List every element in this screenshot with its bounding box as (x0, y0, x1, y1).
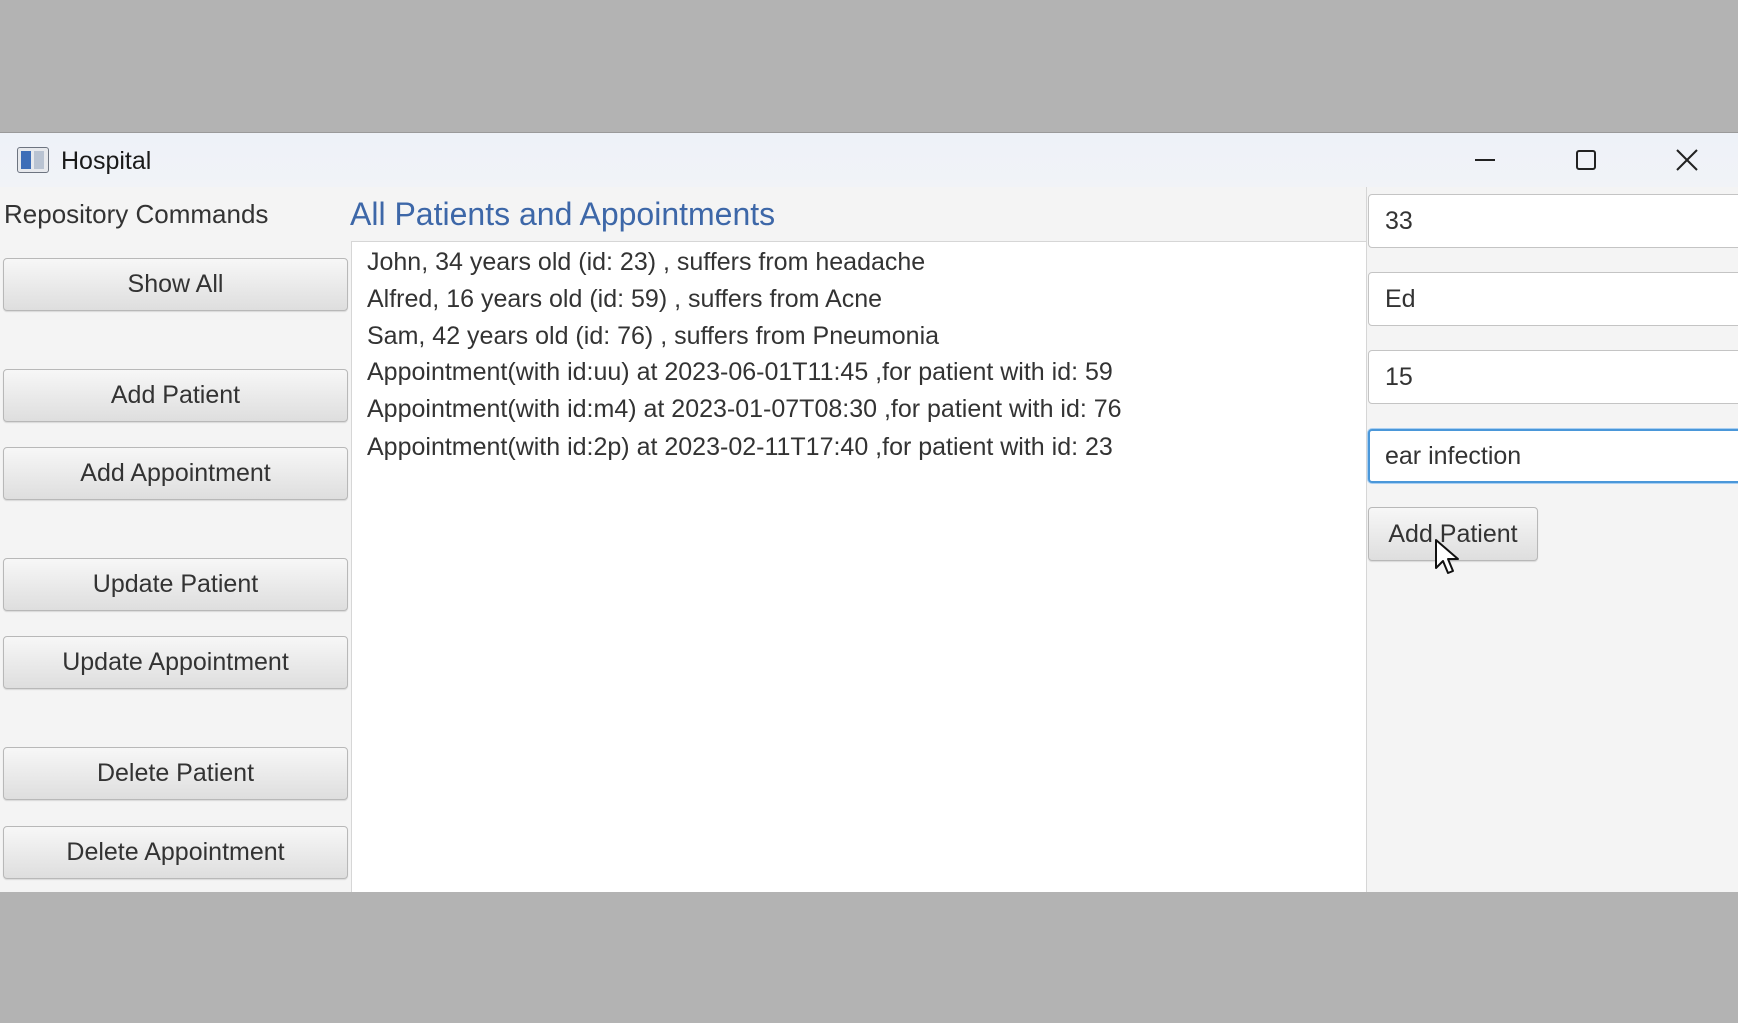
records-list[interactable]: John, 34 years old (id: 23) , suffers fr… (351, 241, 1366, 892)
list-item[interactable]: Alfred, 16 years old (id: 59) , suffers … (367, 285, 882, 314)
minimize-button[interactable] (1435, 133, 1535, 187)
list-item[interactable]: Sam, 42 years old (id: 76) , suffers fro… (367, 322, 939, 351)
patient-name-field[interactable] (1368, 272, 1738, 326)
list-item[interactable]: Appointment(with id:2p) at 2023-02-11T17… (367, 433, 1113, 462)
list-item[interactable]: Appointment(with id:uu) at 2023-06-01T11… (367, 358, 1113, 387)
patient-id-field[interactable] (1368, 194, 1738, 248)
show-all-button[interactable]: Show All (3, 258, 348, 311)
hospital-window: Hospital Repository Commands Show All Ad… (0, 132, 1738, 892)
patient-disease-field[interactable] (1368, 429, 1738, 483)
maximize-icon (1576, 150, 1596, 170)
add-patient-command-button[interactable]: Add Patient (3, 369, 348, 422)
close-icon (1676, 149, 1698, 171)
maximize-button[interactable] (1536, 133, 1636, 187)
add-appointment-button[interactable]: Add Appointment (3, 447, 348, 500)
list-item[interactable]: John, 34 years old (id: 23) , suffers fr… (367, 248, 925, 277)
window-title: Hospital (61, 147, 152, 175)
repository-commands-heading: Repository Commands (4, 199, 269, 229)
title-bar[interactable]: Hospital (0, 133, 1738, 187)
app-window-icon (17, 147, 49, 173)
list-item[interactable]: Appointment(with id:m4) at 2023-01-07T08… (367, 395, 1122, 424)
minimize-icon (1475, 159, 1495, 161)
close-button[interactable] (1637, 133, 1737, 187)
mouse-pointer-icon (1435, 539, 1459, 574)
patient-age-field[interactable] (1368, 350, 1738, 404)
delete-appointment-button[interactable]: Delete Appointment (3, 826, 348, 879)
list-title: All Patients and Appointments (350, 196, 776, 232)
delete-patient-button[interactable]: Delete Patient (3, 747, 348, 800)
update-patient-button[interactable]: Update Patient (3, 558, 348, 611)
update-appointment-button[interactable]: Update Appointment (3, 636, 348, 689)
